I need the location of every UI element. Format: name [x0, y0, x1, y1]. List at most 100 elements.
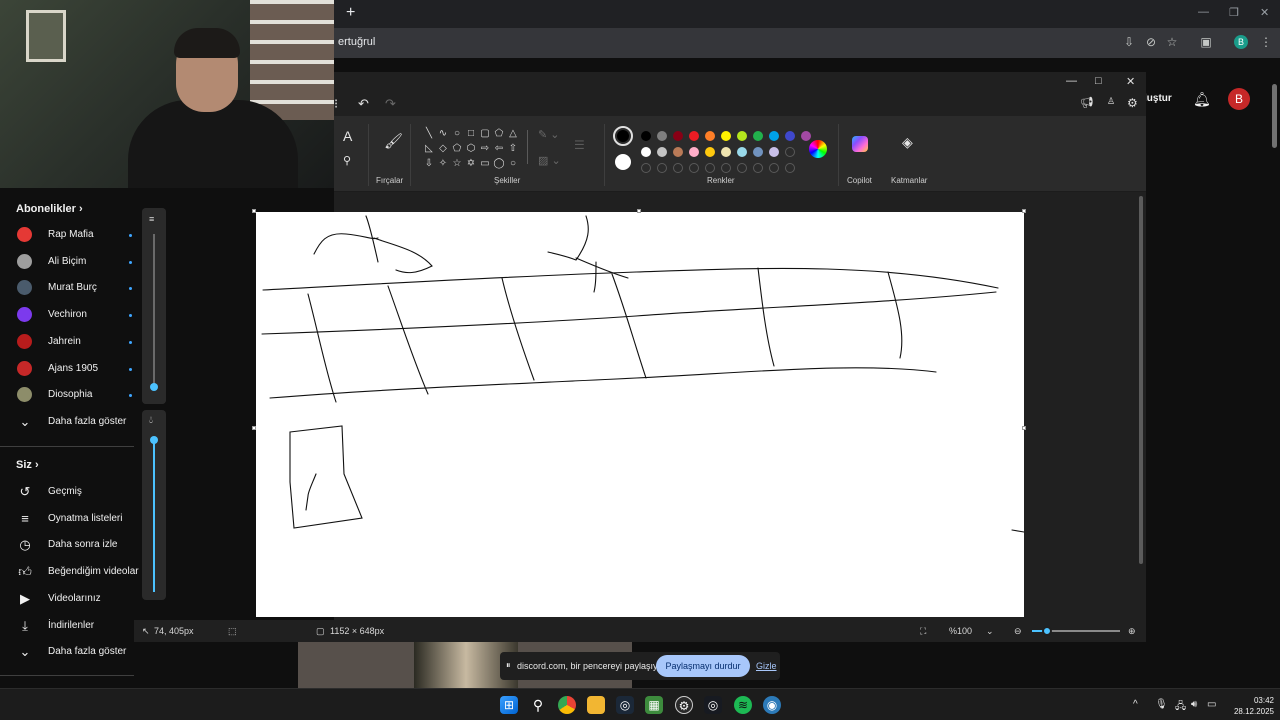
- network-icon[interactable]: 🖧︎: [1175, 699, 1186, 716]
- secondary-color[interactable]: [615, 154, 631, 170]
- fill-icon[interactable]: ▨ ⌄: [538, 154, 561, 167]
- browser-restore-icon[interactable]: ❐: [1229, 6, 1239, 19]
- subscription-item[interactable]: Murat Burç: [0, 275, 134, 301]
- empty-color-slot[interactable]: [721, 163, 731, 173]
- subscription-item[interactable]: Rap Mafia: [0, 222, 134, 248]
- canvas-vertical-scrollbar[interactable]: [1139, 196, 1143, 564]
- star-icon[interactable]: ☆: [1165, 35, 1179, 49]
- subscription-item[interactable]: Jahrein: [0, 329, 134, 355]
- zoom-level-select[interactable]: %100: [949, 626, 972, 636]
- chevron-down-icon[interactable]: ⌄: [986, 626, 994, 637]
- youtube-avatar[interactable]: B: [1228, 88, 1250, 110]
- microphone-icon[interactable]: 🎙︎: [1155, 699, 1168, 710]
- hide-share-bar-link[interactable]: Gizle: [756, 661, 777, 671]
- subscription-item[interactable]: Ajans 1905: [0, 356, 134, 382]
- polygon-shape-icon[interactable]: ⬠: [492, 126, 506, 141]
- show-more-subscriptions[interactable]: ⌄ Daha fazla göster: [0, 409, 134, 435]
- star4-shape-icon[interactable]: ✧: [436, 156, 450, 171]
- color-swatch[interactable]: [689, 131, 699, 141]
- you-header[interactable]: Siz ›: [16, 459, 39, 471]
- empty-color-slot[interactable]: [657, 163, 667, 173]
- canvas-resize-handle[interactable]: [252, 209, 256, 213]
- volume-icon[interactable]: 🔊︎: [1191, 699, 1197, 710]
- color-swatch[interactable]: [769, 147, 779, 157]
- spotify-icon[interactable]: ≋: [734, 696, 752, 714]
- hexagon-shape-icon[interactable]: ⬡: [464, 141, 478, 156]
- arrow-up-shape-icon[interactable]: ⇧: [506, 141, 520, 156]
- settings-gear-icon[interactable]: ⚙: [1127, 96, 1138, 110]
- color-swatch[interactable]: [737, 147, 747, 157]
- line-shape-icon[interactable]: ╲: [422, 126, 436, 141]
- empty-color-slot[interactable]: [785, 147, 795, 157]
- color-swatch[interactable]: [705, 147, 715, 157]
- tray-chevron-up-icon[interactable]: ^: [1133, 699, 1138, 710]
- color-swatch[interactable]: [641, 131, 651, 141]
- pentagon-shape-icon[interactable]: ⬠: [450, 141, 464, 156]
- empty-color-slot[interactable]: [769, 163, 779, 173]
- text-tool-icon[interactable]: A: [343, 128, 352, 144]
- stop-sharing-button[interactable]: Paylaşmayı durdur: [656, 655, 750, 677]
- subscriptions-header[interactable]: Abonelikler ›: [16, 203, 83, 215]
- browser-profile-avatar[interactable]: B: [1234, 35, 1248, 49]
- shapes-gallery[interactable]: ╲ ∿ ○ □ ▢ ⬠ △ ◺ ◇ ⬠ ⬡ ⇨ ⇦ ⇧ ⇩ ✧ ☆ ✡ ▭ ◯ ○: [422, 126, 526, 172]
- canvas-resize-handle[interactable]: [637, 209, 641, 213]
- feedback-icon[interactable]: 📢︎: [1080, 96, 1094, 109]
- battery-icon[interactable]: ▭: [1207, 699, 1216, 710]
- address-text[interactable]: ertuğrul: [338, 36, 375, 48]
- you-menu-item[interactable]: ⤓ İndirilenler: [0, 613, 134, 639]
- windows-start-icon[interactable]: ⊞: [500, 696, 518, 714]
- menu-kebab-icon[interactable]: ⋮: [1259, 35, 1273, 49]
- page-scrollbar[interactable]: [1272, 84, 1277, 148]
- opacity-slider-knob[interactable]: [150, 436, 158, 444]
- size-slider-knob[interactable]: [150, 383, 158, 391]
- empty-color-slot[interactable]: [737, 163, 747, 173]
- eye-off-icon[interactable]: ⊘: [1144, 35, 1158, 49]
- app-icon[interactable]: ⚙: [675, 696, 693, 714]
- opacity-slider[interactable]: 💧︎: [142, 410, 166, 600]
- install-app-icon[interactable]: ⇩: [1122, 35, 1136, 49]
- zoom-out-icon[interactable]: ⊖: [1014, 626, 1022, 637]
- outline-icon[interactable]: ✎ ⌄: [538, 128, 560, 141]
- subscription-item[interactable]: Ali Biçim: [0, 249, 134, 275]
- search-icon[interactable]: ⚲: [529, 696, 547, 714]
- taskbar-clock[interactable]: 03:42 28.12.2025: [1222, 695, 1274, 717]
- you-menu-item[interactable]: ≡ Oynatma listeleri: [0, 506, 134, 532]
- empty-color-slot[interactable]: [785, 163, 795, 173]
- youtube-create-button[interactable]: luştur: [1144, 93, 1172, 104]
- chrome-icon[interactable]: [558, 696, 576, 714]
- canvas-resize-handle[interactable]: [1022, 426, 1026, 430]
- undo-icon[interactable]: ↶: [358, 96, 369, 112]
- paint-maximize-icon[interactable]: □: [1095, 75, 1102, 87]
- triangle-shape-icon[interactable]: △: [506, 126, 520, 141]
- color-swatch[interactable]: [769, 131, 779, 141]
- gpu-app-icon[interactable]: ▦: [645, 696, 663, 714]
- color-swatch[interactable]: [753, 147, 763, 157]
- diamond-shape-icon[interactable]: ◇: [436, 141, 450, 156]
- color-swatch[interactable]: [641, 147, 651, 157]
- paint-close-icon[interactable]: ✕: [1126, 75, 1135, 88]
- callout-cloud-shape-icon[interactable]: ○: [506, 156, 520, 171]
- zoom-in-icon[interactable]: ⊕: [1128, 626, 1136, 637]
- color-swatch[interactable]: [657, 131, 667, 141]
- brush-size-slider[interactable]: ≡: [142, 208, 166, 404]
- empty-color-slot[interactable]: [705, 163, 715, 173]
- color-picker-wheel-icon[interactable]: [809, 140, 827, 158]
- callout-rect-shape-icon[interactable]: ▭: [478, 156, 492, 171]
- file-explorer-icon[interactable]: [587, 696, 605, 714]
- curve-shape-icon[interactable]: ∿: [436, 126, 450, 141]
- you-menu-item[interactable]: 👍︎ Beğendiğim videolar: [0, 559, 138, 585]
- you-menu-item[interactable]: ↺ Geçmiş: [0, 479, 134, 505]
- color-swatch[interactable]: [801, 131, 811, 141]
- steam-icon-2[interactable]: ◎: [704, 696, 722, 714]
- color-swatch[interactable]: [673, 131, 683, 141]
- new-tab-button[interactable]: +: [346, 5, 362, 21]
- extensions-icon[interactable]: ▣: [1199, 35, 1213, 49]
- star6-shape-icon[interactable]: ✡: [464, 156, 478, 171]
- arrow-down-shape-icon[interactable]: ⇩: [422, 156, 436, 171]
- empty-color-slot[interactable]: [689, 163, 699, 173]
- subscription-item[interactable]: Diosophia: [0, 382, 134, 408]
- discord-icon[interactable]: ◉: [763, 696, 781, 714]
- you-menu-item[interactable]: ▶ Videolarınız: [0, 586, 134, 612]
- star5-shape-icon[interactable]: ☆: [450, 156, 464, 171]
- subscription-item[interactable]: Vechiron: [0, 302, 134, 328]
